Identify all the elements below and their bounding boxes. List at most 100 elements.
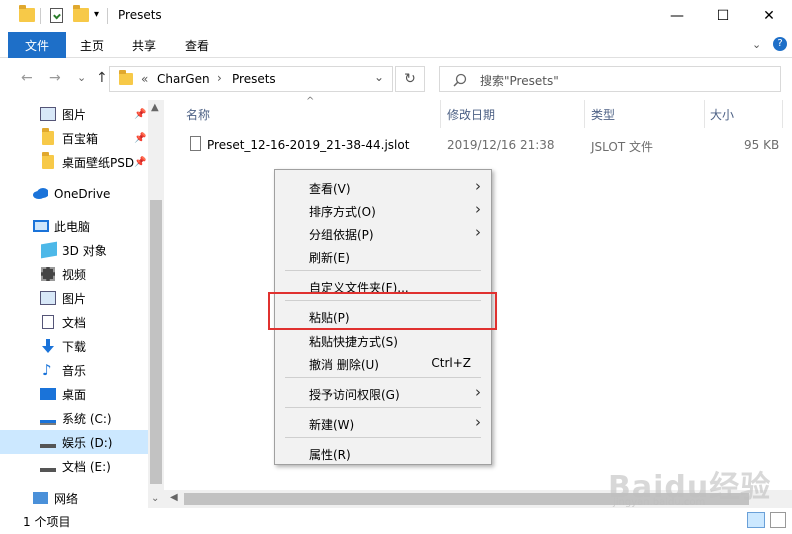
new-folder-icon[interactable] — [73, 5, 89, 22]
sidebar-item-label: 音乐 — [62, 363, 87, 378]
menu-item-paste-shortcut[interactable]: 粘贴快捷方式(S) — [275, 328, 491, 351]
documents-icon — [42, 315, 54, 329]
sidebar-item-desktop[interactable]: 桌面 — [0, 382, 148, 406]
sidebar-item-music[interactable]: ♪ 音乐 — [0, 358, 148, 382]
sidebar-item-label: 文档 (E:) — [62, 459, 111, 474]
window-title: Presets — [118, 8, 162, 22]
sidebar-item-label: 此电脑 — [54, 219, 91, 234]
menu-item-give-access[interactable]: 授予访问权限(G) › — [275, 381, 491, 404]
help-icon[interactable]: ? — [773, 37, 787, 51]
sidebar-item-documents[interactable]: 文档 — [0, 310, 148, 334]
sidebar-scroll-thumb[interactable] — [150, 200, 162, 484]
computer-icon — [33, 220, 49, 232]
column-header-type[interactable]: 类型 — [591, 106, 615, 123]
column-divider[interactable] — [584, 100, 585, 128]
tab-share[interactable]: 共享 — [124, 32, 164, 58]
minimize-button[interactable]: — — [654, 0, 700, 32]
refresh-button[interactable]: ↻ — [395, 66, 425, 92]
sidebar-item-this-pc[interactable]: 此电脑 — [0, 214, 148, 238]
sidebar-item-pictures[interactable]: 图片 — [0, 286, 148, 310]
network-icon — [33, 492, 48, 504]
menu-separator — [285, 270, 481, 271]
column-header-name[interactable]: 名称 — [186, 106, 210, 123]
search-icon — [453, 73, 467, 87]
file-icon — [190, 136, 201, 151]
divider — [107, 8, 108, 24]
close-button[interactable]: ✕ — [746, 0, 792, 32]
breadcrumb-separator[interactable]: › — [217, 71, 222, 85]
file-size: 95 KB — [744, 138, 780, 152]
sidebar-item-drive-c[interactable]: 系统 (C:) — [0, 406, 148, 430]
column-divider[interactable] — [782, 100, 783, 128]
tab-home[interactable]: 主页 — [72, 32, 112, 58]
sidebar-item-baibaoxiang[interactable]: 百宝箱 📌 — [0, 126, 148, 150]
pin-icon[interactable]: 📌 — [134, 109, 146, 120]
watermark-url: jingyan.baidu.com — [613, 497, 706, 508]
menu-item-group-by[interactable]: 分组依据(P) › — [275, 221, 491, 244]
address-dropdown-icon[interactable]: ⌄ — [374, 70, 384, 84]
quick-access-dropdown-icon[interactable]: ▾ — [94, 9, 99, 20]
menu-item-view[interactable]: 查看(V) › — [275, 175, 491, 198]
downloads-icon — [42, 339, 54, 353]
sidebar-item-label: 下载 — [62, 339, 87, 354]
file-name[interactable]: Preset_12-16-2019_21-38-44.jslot — [207, 138, 409, 152]
sidebar-item-label: 桌面 — [62, 387, 87, 402]
column-divider[interactable] — [440, 100, 441, 128]
recent-locations-icon[interactable]: ⌄ — [77, 71, 86, 84]
sidebar-item-downloads[interactable]: 下载 — [0, 334, 148, 358]
large-icons-view-icon[interactable] — [770, 512, 786, 528]
address-prefix[interactable]: « — [141, 72, 148, 86]
onedrive-icon — [33, 188, 48, 199]
menu-separator — [285, 407, 481, 408]
column-divider[interactable] — [704, 100, 705, 128]
drive-icon — [40, 468, 56, 472]
maximize-button[interactable]: ☐ — [700, 0, 746, 32]
sidebar-item-drive-e[interactable]: 文档 (E:) — [0, 454, 148, 478]
address-bar[interactable]: « CharGen › Presets ⌄ — [109, 66, 393, 92]
forward-icon[interactable]: → — [49, 70, 61, 86]
menu-item-properties[interactable]: 属性(R) — [275, 441, 491, 464]
sidebar-item-videos[interactable]: 视频 — [0, 262, 148, 286]
menu-item-new[interactable]: 新建(W) › — [275, 411, 491, 434]
search-input[interactable]: 搜索"Presets" — [439, 66, 781, 92]
back-icon[interactable]: ← — [21, 70, 33, 86]
sidebar-item-network[interactable]: 网络 — [0, 486, 148, 510]
item-count: 1 个项目 — [23, 515, 71, 529]
sidebar-item-wallpaper-psd[interactable]: 桌面壁纸PSD 📌 — [0, 150, 148, 174]
submenu-arrow-icon: › — [475, 177, 481, 195]
sidebar-item-label: 图片 — [62, 291, 87, 306]
tab-view[interactable]: 查看 — [177, 32, 217, 58]
scroll-up-icon[interactable]: ▲ — [151, 102, 159, 113]
sidebar-item-onedrive[interactable]: OneDrive — [0, 182, 148, 206]
sidebar-item-3d-objects[interactable]: 3D 对象 — [0, 238, 148, 262]
navigation-pane: 图片 📌 百宝箱 📌 桌面壁纸PSD 📌 OneDrive 此电脑 3D 对象 … — [0, 100, 164, 508]
tab-file[interactable]: 文件 — [8, 32, 66, 58]
menu-item-undo-delete[interactable]: 撤消 删除(U) Ctrl+Z — [275, 351, 491, 374]
sidebar-item-drive-d[interactable]: 娱乐 (D:) — [0, 430, 148, 454]
scroll-left-icon[interactable]: ◀ — [170, 492, 178, 503]
folder-icon — [42, 152, 54, 169]
sidebar-item-label: 图片 — [62, 107, 87, 122]
sidebar-item-pictures-quick[interactable]: 图片 📌 — [0, 102, 148, 126]
column-header-modified[interactable]: 修改日期 — [447, 106, 495, 123]
file-modified: 2019/12/16 21:38 — [447, 138, 555, 152]
pin-icon[interactable]: 📌 — [134, 133, 146, 144]
column-header-size[interactable]: 大小 — [710, 106, 734, 123]
pin-icon[interactable]: 📌 — [134, 157, 146, 168]
sidebar-item-label: 3D 对象 — [62, 243, 107, 258]
menu-item-sort-by[interactable]: 排序方式(O) › — [275, 198, 491, 221]
details-view-icon[interactable] — [747, 512, 765, 528]
breadcrumb-chargen[interactable]: CharGen — [157, 72, 210, 86]
properties-icon[interactable] — [50, 8, 63, 23]
scroll-down-icon[interactable]: ⌄ — [151, 493, 159, 504]
menu-item-refresh[interactable]: 刷新(E) — [275, 244, 491, 267]
breadcrumb-presets[interactable]: Presets — [232, 72, 276, 86]
ribbon-expand-icon[interactable]: ⌄ — [752, 38, 761, 51]
sort-indicator-icon: ^ — [306, 96, 315, 107]
submenu-arrow-icon: › — [475, 413, 481, 431]
sidebar-item-label: 娱乐 (D:) — [62, 435, 113, 450]
address-row: ← → ⌄ ↑ « CharGen › Presets ⌄ ↻ 搜索"Prese… — [0, 58, 792, 100]
folder-icon — [119, 70, 133, 85]
table-row[interactable]: Preset_12-16-2019_21-38-44.jslot 2019/12… — [164, 132, 792, 156]
up-icon[interactable]: ↑ — [96, 70, 108, 86]
